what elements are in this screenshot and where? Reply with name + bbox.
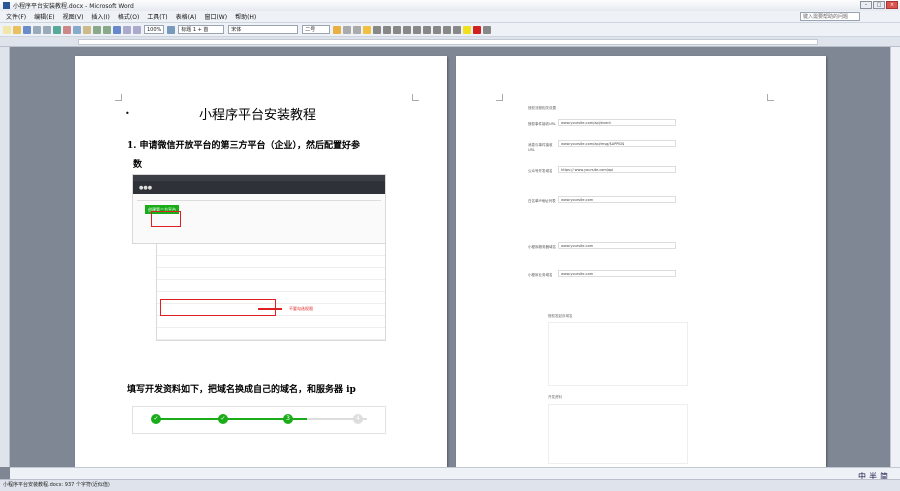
bold-icon[interactable] [333,25,342,34]
step1-paragraph: 1. 申请微信开放平台的第三方平台（企业），然后配置好参 [127,141,361,151]
annotation-note: 不要勾选权限 [289,306,313,311]
menu-edit[interactable]: 编辑(E) [30,12,58,21]
document-page-1[interactable]: • 小程序平台安装教程 1. 申请微信开放平台的第三方平台（企业），然后配置好参… [75,56,447,467]
vertical-scrollbar[interactable] [890,47,900,467]
char-shading-icon[interactable] [483,25,492,34]
help-icon[interactable] [167,25,176,34]
spell-check-icon[interactable] [53,25,61,34]
window-title: 小程序平台安装教程.docx - Microsoft Word [13,3,134,10]
close-button[interactable]: × [886,1,898,9]
font-size-select[interactable]: 二号 [302,25,331,34]
increase-indent-icon[interactable] [443,25,452,34]
font-color-icon[interactable] [473,25,482,34]
embedded-screenshot-dev [548,404,688,464]
margin-corner [767,94,774,101]
align-center-icon[interactable] [373,25,382,34]
zoom-select[interactable]: 100% [144,25,165,34]
horizontal-ruler[interactable] [0,37,900,47]
minimize-button[interactable]: – [860,1,872,9]
highlight-icon[interactable] [463,25,472,34]
paste-icon[interactable] [83,25,91,34]
menu-view[interactable]: 视图(V) [59,12,88,21]
vertical-ruler[interactable] [0,47,10,467]
maximize-button[interactable]: □ [873,1,885,9]
title-bar: 小程序平台安装教程.docx - Microsoft Word – □ × [0,0,900,11]
menu-file[interactable]: 文件(F) [2,12,30,21]
border-icon[interactable] [453,25,462,34]
save-icon[interactable] [23,25,31,34]
menu-help[interactable]: 帮助(H) [231,12,260,21]
form-row: 白名单IP地址列表 www.yoursite.com [528,196,758,222]
underline-icon[interactable] [353,25,362,34]
embedded-screenshot-domain [548,322,688,386]
word-app-icon [3,2,10,9]
highlight-box-create [151,211,181,227]
form-row: 消息与事件接收URL www.yoursite.com/api/msg/$APP… [528,140,758,166]
red-arrow [258,308,282,310]
menu-format[interactable]: 格式(O) [114,12,143,21]
section-heading-auth: 授权流程相关设置 [528,106,556,110]
embedded-screenshot-steps: ✓ ✓ 3 4 [132,406,386,434]
decrease-indent-icon[interactable] [433,25,442,34]
status-bar: 小程序平台安装教程.docx: 937 个字符(近似值) [0,479,900,491]
undo-icon[interactable] [93,25,101,34]
bullet-mark: • [125,109,130,118]
style-select[interactable]: 标题 1 + 首 [178,25,225,34]
menu-window[interactable]: 窗口(W) [200,12,231,21]
horizontal-scrollbar[interactable] [10,467,900,479]
numbering-icon[interactable] [413,25,422,34]
document-title: 小程序平台安装教程 [199,108,317,123]
form-row: 小程序服务器域名 www.yoursite.com [528,242,758,268]
help-search-input[interactable]: 键入需要帮助的问题 [800,12,860,21]
align-right-icon[interactable] [383,25,392,34]
section-heading-domain: 授权发起页域名 [548,314,573,318]
margin-corner [412,94,419,101]
section-heading-dev: 开发资料 [548,395,562,399]
align-left-icon[interactable] [363,25,372,34]
hyperlink-icon[interactable] [113,25,121,34]
columns-icon[interactable] [133,25,141,34]
menu-insert[interactable]: 插入(I) [87,12,113,21]
embedded-screenshot-permissions [156,243,386,341]
italic-icon[interactable] [343,25,352,34]
copy-icon[interactable] [73,25,81,34]
margin-corner [115,94,122,101]
formatting-toolbar: 100% 标题 1 + 首 宋体 二号 [0,23,900,37]
print-icon[interactable] [33,25,41,34]
step1-continuation: 数 [133,160,143,170]
bullets-icon[interactable] [423,25,432,34]
justify-icon[interactable] [393,25,402,34]
preview-icon[interactable] [43,25,51,34]
margin-corner [496,94,503,101]
document-page-2[interactable]: 授权流程相关设置 授权事件接收URL www.yoursite.com/api/… [456,56,826,467]
open-icon[interactable] [13,25,21,34]
font-select[interactable]: 宋体 [228,25,299,34]
redo-icon[interactable] [103,25,111,34]
menu-bar: 文件(F) 编辑(E) 视图(V) 插入(I) 格式(O) 工具(T) 表格(A… [0,11,900,23]
step2-paragraph: 填写开发资料如下，把域名换成自己的域名，和服务器 ip [127,385,356,395]
menu-table[interactable]: 表格(A) [172,12,201,21]
embedded-screenshot-platform: ●●● 创建第三方平台 [132,174,386,244]
form-row: 公众号开发域名 https:// www.yoursite.com/api [528,166,758,192]
new-doc-icon[interactable] [3,25,11,34]
form-row: 小程序业务域名 www.yoursite.com [528,270,758,296]
table-icon[interactable] [123,25,131,34]
menu-tools[interactable]: 工具(T) [143,12,171,21]
line-spacing-icon[interactable] [403,25,412,34]
cut-icon[interactable] [63,25,71,34]
